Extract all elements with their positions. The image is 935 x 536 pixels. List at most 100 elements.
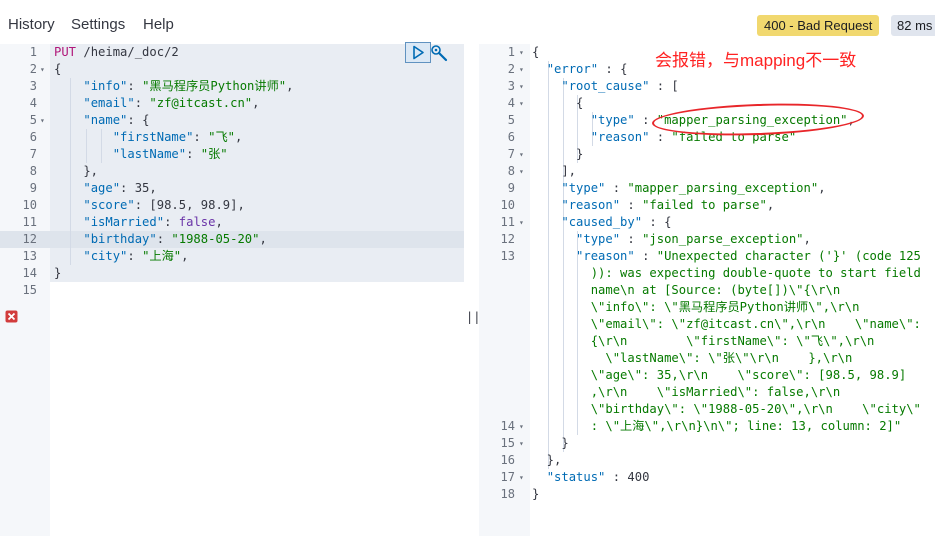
- play-icon: [413, 45, 424, 60]
- line-number: 15: [22, 283, 37, 297]
- fold-toggle-icon[interactable]: ▾: [40, 112, 45, 129]
- code-token: : [: [649, 79, 679, 93]
- menu-help[interactable]: Help: [143, 16, 174, 33]
- code-line: \"info\": \"黑马程序员Python讲师\",\r\n: [532, 299, 860, 316]
- line-number: 14: [22, 266, 37, 280]
- code-token: \"lastName\": \"张\"\r\n },\r\n: [532, 351, 853, 365]
- code-token: :: [134, 96, 150, 110]
- code-token: {: [532, 96, 584, 110]
- code-line: "isMarried": false,: [54, 214, 223, 231]
- code-token: {: [532, 45, 540, 59]
- code-token: "json_parse_exception": [642, 232, 804, 246]
- fold-toggle-icon[interactable]: ▾: [519, 61, 524, 78]
- fold-toggle-icon[interactable]: ▾: [40, 61, 45, 78]
- code-token: "Unexpected character ('}' (code 125: [656, 249, 921, 263]
- line-number: 9: [507, 181, 515, 195]
- code-token: "reason": [561, 198, 621, 212]
- line-number: 8: [29, 164, 37, 178]
- line-number: 5: [507, 113, 515, 127]
- code-line: \"birthday\": \"1988-05-20\",\r\n \"city…: [532, 401, 921, 418]
- run-request-button[interactable]: [405, 42, 431, 63]
- line-number: 1: [29, 45, 37, 59]
- line-number: [479, 503, 515, 520]
- menu-settings[interactable]: Settings: [71, 16, 125, 33]
- line-number: 7: [29, 147, 37, 161]
- code-line: ,\r\n \"isMarried\": false,\r\n: [532, 384, 841, 401]
- fold-toggle-icon[interactable]: ▾: [519, 44, 524, 61]
- code-token: "type": [576, 232, 621, 246]
- menu-history[interactable]: History: [8, 16, 55, 33]
- fold-toggle-icon[interactable]: ▾: [519, 435, 524, 452]
- line-number: 3: [507, 79, 515, 93]
- line-number: 13: [500, 249, 515, 263]
- code-token: "1988-05-20": [171, 232, 260, 246]
- code-line: "info": "黑马程序员Python讲师",: [54, 78, 293, 95]
- fold-toggle-icon[interactable]: ▾: [519, 163, 524, 180]
- code-token: : {: [598, 62, 628, 76]
- code-line: \"age\": 35,\r\n \"score\": [98.5, 98.9]: [532, 367, 907, 384]
- error-annotation-text: 会报错，与mapping不一致: [655, 51, 857, 70]
- fold-toggle-icon[interactable]: ▾: [519, 214, 524, 231]
- code-token: ,: [234, 130, 243, 144]
- code-line: "caused_by" : {: [532, 214, 671, 231]
- line-number: 8: [507, 164, 515, 178]
- code-token: ,: [215, 215, 223, 229]
- request-editor[interactable]: 1 PUT /heima/_doc/2 2 ▾{3 "info": "黑马程序员Pyt…: [0, 44, 464, 536]
- line-number: 18: [500, 487, 515, 501]
- line-number: 2: [507, 62, 515, 76]
- code-token: :: [127, 79, 143, 93]
- code-line: "error" : {: [532, 61, 628, 78]
- code-token: ,: [181, 249, 189, 263]
- line-number: 6: [507, 130, 515, 144]
- code-token: ,: [286, 79, 294, 93]
- fold-toggle-icon[interactable]: ▾: [519, 78, 524, 95]
- fold-toggle-icon[interactable]: ▾: [519, 418, 524, 435]
- code-line: "type" : "mapper_parsing_exception",: [532, 180, 826, 197]
- fold-toggle-icon[interactable]: ▾: [519, 146, 524, 163]
- fold-toggle-icon[interactable]: ▾: [519, 469, 524, 486]
- line-number: 16: [500, 453, 515, 467]
- code-line: "reason" : "Unexpected character ('}' (c…: [532, 248, 921, 265]
- response-time-badge: 82 ms: [891, 15, 935, 36]
- line-number: 14: [500, 419, 515, 433]
- code-token: "lastName": [112, 147, 187, 161]
- top-menu-bar: History Settings Help 400 - Bad Request …: [0, 0, 935, 44]
- code-token: ],: [532, 164, 577, 178]
- code-token: :: [649, 130, 672, 144]
- fold-toggle-icon[interactable]: ▾: [519, 95, 524, 112]
- code-token: :: [605, 181, 628, 195]
- code-line: "type" : "json_parse_exception",: [532, 231, 811, 248]
- code-token: : 400: [605, 470, 650, 484]
- code-token: "score": [83, 198, 135, 212]
- line-number: 7: [507, 147, 515, 161]
- code-line: )): was expecting double-quote to start …: [532, 265, 921, 282]
- code-token: "info": [83, 79, 128, 93]
- code-line: "birthday": "1988-05-20",: [54, 231, 266, 248]
- wrench-icon: [431, 45, 448, 62]
- code-token: }: [532, 436, 569, 450]
- code-line: },: [532, 452, 562, 469]
- code-token: "isMarried": [83, 215, 165, 229]
- code-token: "caused_by": [561, 215, 643, 229]
- code-token: \"email\": \"zf@itcast.cn\",\r\n \"name\…: [532, 317, 921, 331]
- code-token: \"info\": \"黑马程序员Python讲师\",\r\n: [532, 300, 860, 314]
- request-options-button[interactable]: [430, 44, 450, 64]
- code-token: : {: [642, 215, 672, 229]
- error-icon[interactable]: [5, 310, 18, 323]
- code-line: }: [532, 146, 583, 163]
- code-token: : [98.5, 98.9],: [134, 198, 245, 212]
- line-number: 17: [500, 470, 515, 484]
- line-number: 11: [500, 215, 515, 229]
- code-token: ,: [766, 198, 775, 212]
- code-token: ,: [818, 181, 826, 195]
